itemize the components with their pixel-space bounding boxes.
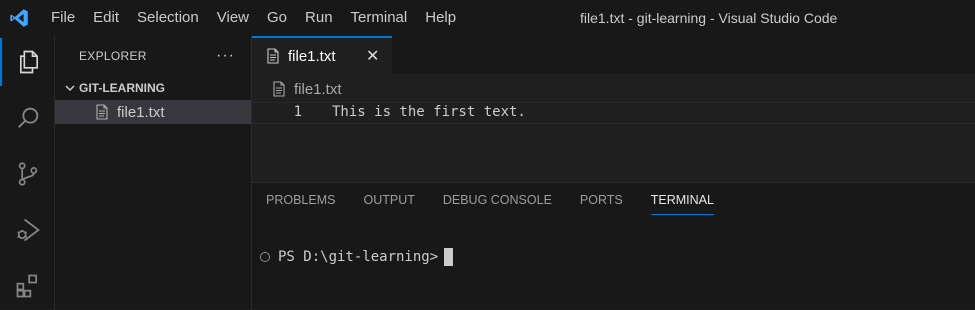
breadcrumb-label: file1.txt bbox=[294, 80, 342, 98]
search-icon[interactable] bbox=[0, 94, 55, 142]
folder-label: GIT-LEARNING bbox=[79, 81, 165, 95]
menu-bar: File Edit Selection View Go Run Terminal… bbox=[42, 0, 465, 36]
menu-help[interactable]: Help bbox=[416, 0, 465, 36]
menu-run[interactable]: Run bbox=[296, 0, 342, 36]
tab-terminal[interactable]: TERMINAL bbox=[650, 183, 715, 217]
run-debug-icon[interactable] bbox=[0, 206, 55, 254]
file-label: file1.txt bbox=[117, 103, 165, 121]
close-icon[interactable]: ✕ bbox=[366, 46, 379, 66]
explorer-sidebar: EXPLORER ··· GIT-LEARNING file1.txt bbox=[55, 36, 252, 309]
editor-tabs: file1.txt ✕ bbox=[252, 36, 975, 74]
menu-edit[interactable]: Edit bbox=[84, 0, 128, 36]
file-item[interactable]: file1.txt bbox=[55, 100, 251, 124]
vscode-logo-icon bbox=[2, 0, 36, 36]
chevron-down-icon bbox=[61, 82, 79, 94]
menu-terminal[interactable]: Terminal bbox=[342, 0, 417, 36]
menu-go[interactable]: Go bbox=[258, 0, 296, 36]
menu-selection[interactable]: Selection bbox=[128, 0, 208, 36]
file-icon bbox=[266, 48, 280, 64]
terminal-prompt: PS D:\git-learning> bbox=[278, 249, 439, 265]
folder-git-learning[interactable]: GIT-LEARNING bbox=[55, 76, 251, 100]
activity-bar bbox=[0, 36, 55, 309]
explorer-icon[interactable] bbox=[0, 38, 55, 86]
panel-tabs: PROBLEMS OUTPUT DEBUG CONSOLE PORTS TERM… bbox=[266, 183, 742, 217]
explorer-header: EXPLORER ··· bbox=[55, 36, 251, 76]
menu-file[interactable]: File bbox=[42, 0, 84, 36]
window-title: file1.txt - git-learning - Visual Studio… bbox=[580, 10, 838, 26]
file-icon bbox=[95, 104, 109, 120]
tab-file1[interactable]: file1.txt ✕ bbox=[252, 36, 392, 74]
tab-problems[interactable]: PROBLEMS bbox=[266, 183, 335, 217]
breadcrumb[interactable]: file1.txt bbox=[272, 78, 342, 100]
editor-line-text[interactable]: This is the first text. bbox=[332, 104, 526, 120]
line-number: 1 bbox=[293, 104, 302, 120]
source-control-icon[interactable] bbox=[0, 150, 55, 198]
tab-output[interactable]: OUTPUT bbox=[363, 183, 414, 217]
more-actions-icon[interactable]: ··· bbox=[216, 47, 235, 65]
menu-view[interactable]: View bbox=[208, 0, 258, 36]
tab-debug-console[interactable]: DEBUG CONSOLE bbox=[443, 183, 552, 217]
tab-label: file1.txt bbox=[288, 47, 336, 65]
bottom-panel: PROBLEMS OUTPUT DEBUG CONSOLE PORTS TERM… bbox=[252, 182, 975, 309]
tab-ports[interactable]: PORTS bbox=[580, 183, 623, 217]
terminal-line[interactable]: PS D:\git-learning> bbox=[260, 247, 454, 267]
extensions-icon[interactable] bbox=[0, 262, 55, 310]
file-icon bbox=[272, 81, 286, 97]
title-bar: File Edit Selection View Go Run Terminal… bbox=[0, 0, 975, 36]
command-status-icon bbox=[260, 252, 270, 262]
explorer-title: EXPLORER bbox=[79, 49, 147, 63]
terminal-cursor bbox=[444, 248, 454, 266]
